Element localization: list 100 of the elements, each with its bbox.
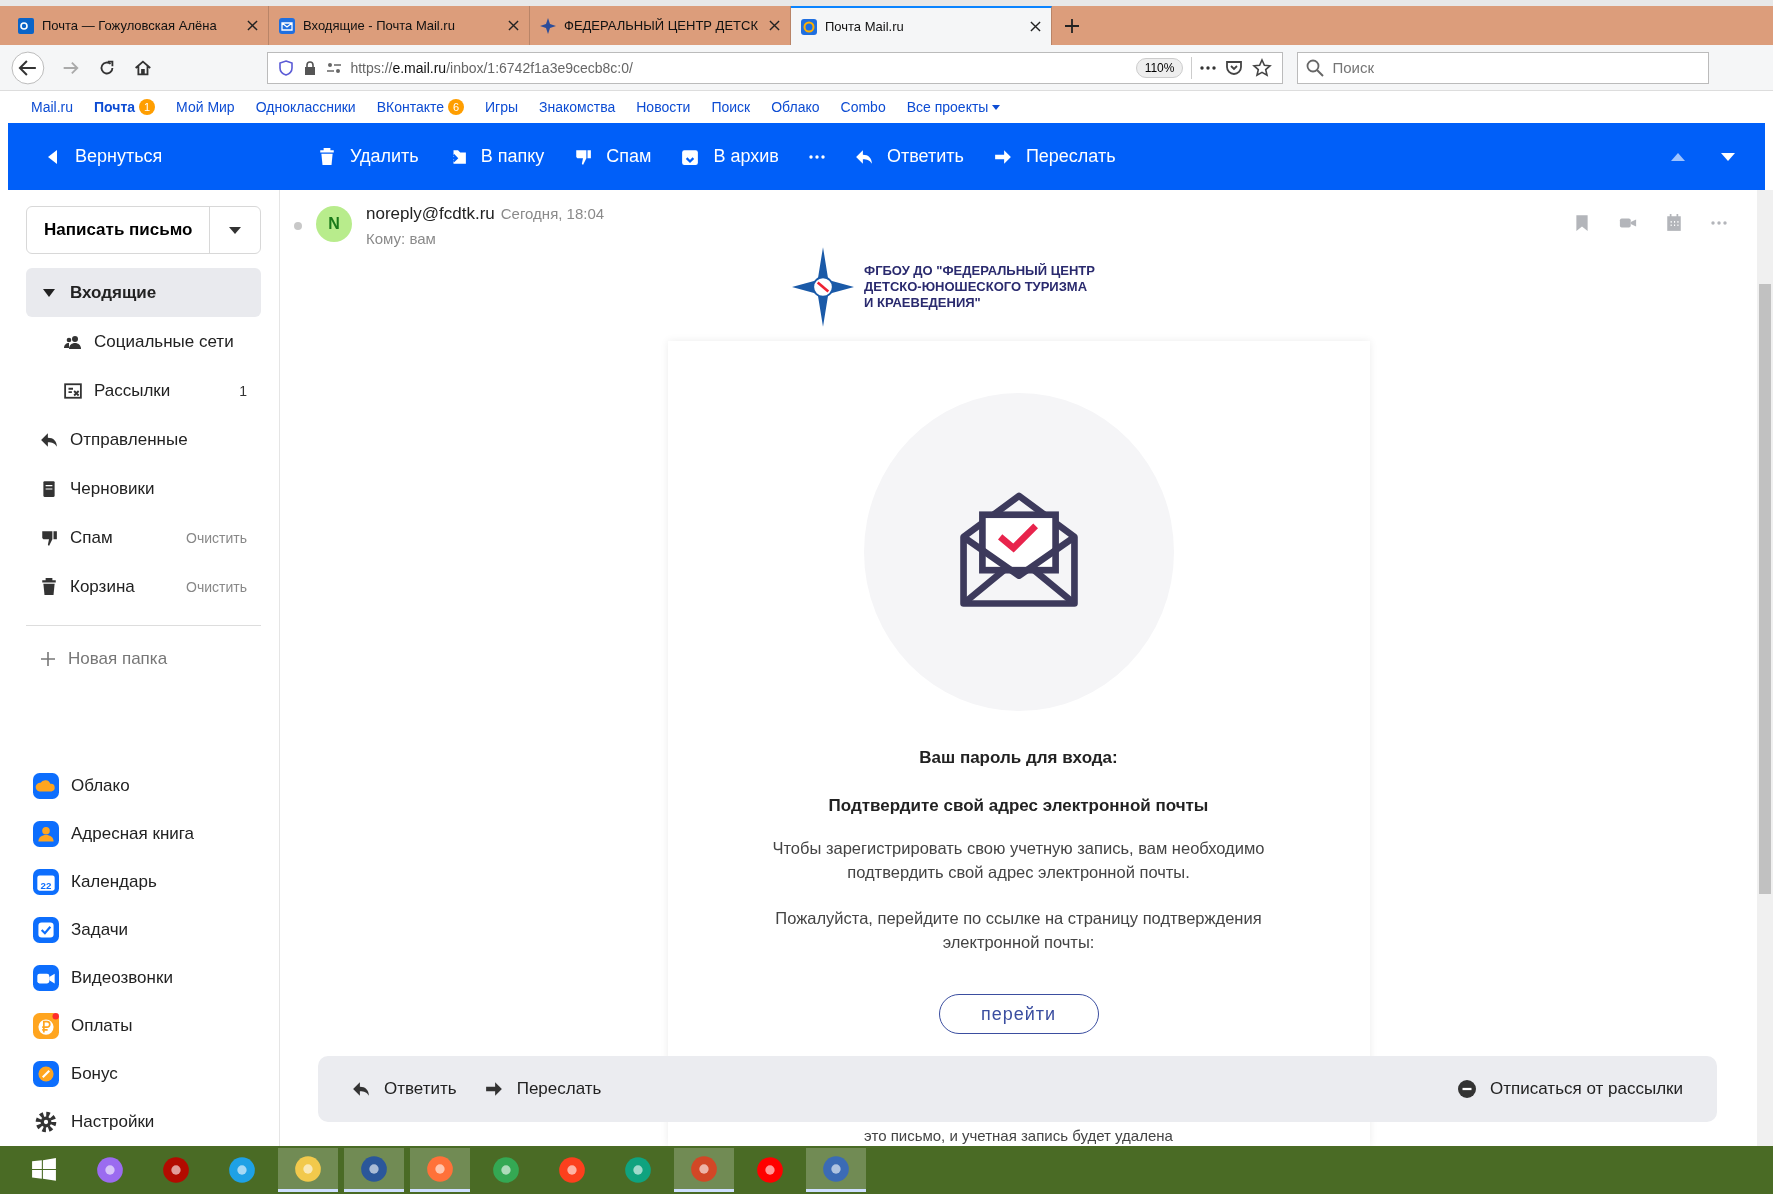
shield-icon	[278, 59, 295, 76]
previous-icon[interactable]	[1671, 152, 1685, 161]
portal-link[interactable]: Облако	[771, 99, 820, 115]
close-icon[interactable]	[769, 20, 780, 31]
reply-button[interactable]: Ответить	[352, 1073, 457, 1105]
taskbar-button[interactable]	[674, 1148, 734, 1192]
password-heading: Ваш пароль для входа:	[919, 748, 1118, 768]
app-link[interactable]: Оплаты	[26, 1002, 261, 1050]
portal-link[interactable]: Mail.ru	[31, 99, 73, 115]
toolbar-button[interactable]: Ответить	[854, 140, 964, 173]
folder-item[interactable]: Спам Очистить	[26, 513, 261, 562]
cloud-app-icon	[33, 773, 59, 799]
more-icon	[808, 154, 825, 159]
portal-link[interactable]: Combo	[840, 99, 886, 115]
new-tab-icon[interactable]	[1064, 17, 1080, 34]
bookmark-icon[interactable]	[1573, 214, 1591, 232]
sender-address[interactable]: noreply@fcdtk.ru	[366, 204, 495, 224]
taskbar-button[interactable]	[806, 1148, 866, 1192]
toolbar-button[interactable]: Удалить	[318, 140, 419, 173]
app-link[interactable]: Адресная книга	[26, 810, 261, 858]
portal-link[interactable]: Все проекты	[906, 99, 1001, 115]
app-link[interactable]: Видеозвонки	[26, 954, 261, 1002]
back-icon[interactable]	[10, 49, 46, 86]
taskbar-button[interactable]	[410, 1148, 470, 1192]
close-icon[interactable]	[247, 20, 258, 31]
confirm-heading: Подтвердите свой адрес электронной почты	[828, 796, 1209, 816]
trash-icon	[40, 577, 58, 596]
app-icon	[96, 1156, 124, 1184]
folder-item[interactable]: Отправленные	[26, 415, 261, 464]
forward-button[interactable]: Переслать	[484, 1073, 602, 1105]
zoom-level[interactable]: 110%	[1135, 57, 1184, 78]
portal-link[interactable]: Одноклассники	[255, 99, 356, 115]
next-icon[interactable]	[1721, 152, 1735, 161]
app-link[interactable]: Облако	[26, 762, 261, 810]
app-link[interactable]: Настройки	[26, 1098, 261, 1146]
portal-link[interactable]: Игры	[485, 99, 519, 115]
pay-app-icon	[33, 1013, 59, 1039]
clear-link[interactable]: Очистить	[186, 578, 247, 595]
tab-title: ФЕДЕРАЛЬНЫЙ ЦЕНТР ДЕТСК	[564, 18, 759, 33]
body-paragraph: Пожалуйста, перейдите по ссылке на страницу подтверждения электронной почты:	[774, 908, 1263, 953]
toolbar-button[interactable]: В архив	[681, 140, 779, 173]
bonus-app-icon	[33, 1061, 59, 1087]
outlook-icon	[18, 17, 34, 34]
more-icon[interactable]	[1200, 65, 1217, 70]
archive-icon	[681, 147, 700, 166]
toolbar-button[interactable]: Спам	[574, 140, 652, 173]
scrollbar[interactable]	[1757, 190, 1773, 1146]
app-icon	[162, 1156, 190, 1184]
taskbar-button[interactable]	[278, 1148, 338, 1192]
toolbar-button[interactable]: Переслать	[993, 140, 1116, 173]
message-date: Сегодня, 18:04	[500, 205, 605, 222]
folder-item[interactable]: Входящие	[26, 268, 261, 317]
clear-link[interactable]: Очистить	[186, 529, 247, 546]
body-paragraph: Чтобы зарегистрировать свою учетную запись, вам необходимо подтвердить свой адрес электронной почты.	[771, 838, 1266, 883]
back-button[interactable]: Вернуться	[48, 140, 318, 173]
taskbar-button[interactable]	[344, 1148, 404, 1192]
folder-item[interactable]: Черновики	[26, 464, 261, 513]
search-field[interactable]: Поиск	[1297, 51, 1709, 84]
folder-item[interactable]: Рассылки 1	[26, 366, 261, 415]
unread-count: 1	[239, 382, 247, 399]
app-icon	[360, 1154, 388, 1183]
windows-logo-icon	[31, 1157, 57, 1183]
portal-link[interactable]: Поиск	[711, 99, 751, 115]
plus-icon	[40, 650, 56, 667]
app-icon	[624, 1156, 652, 1184]
reply-icon	[352, 1080, 370, 1098]
portal-link[interactable]: Новости	[636, 99, 691, 115]
search-icon	[1305, 57, 1326, 78]
minus-circle-icon	[1458, 1080, 1477, 1098]
tab-title: Почта Mail.ru	[825, 19, 905, 34]
app-icon	[690, 1154, 718, 1183]
thumbs-down-icon	[574, 147, 593, 166]
thumbs-down-icon	[40, 528, 58, 547]
toolbar-button[interactable]: В папку	[448, 140, 545, 173]
close-icon[interactable]	[1030, 21, 1041, 32]
video-app-icon	[33, 965, 59, 991]
contacts-app-icon	[33, 821, 59, 847]
app-icon	[294, 1154, 322, 1183]
star-icon[interactable]	[1252, 57, 1273, 78]
unsubscribe-button[interactable]: Отписаться от рассылки	[1458, 1073, 1683, 1105]
app-link[interactable]: Бонус	[26, 1050, 261, 1098]
app-link[interactable]: 22 Календарь	[26, 858, 261, 906]
portal-link[interactable]: ВКонтакте 6	[376, 99, 465, 115]
app-link[interactable]: Задачи	[26, 906, 261, 954]
calendar-icon[interactable]	[1665, 214, 1683, 232]
new-folder-button[interactable]: Новая папка	[26, 634, 261, 683]
folder-item[interactable]: Корзина Очистить	[26, 562, 261, 611]
close-icon[interactable]	[508, 20, 519, 31]
portal-link[interactable]: Почта 1	[94, 99, 156, 115]
tasks-app-icon	[33, 917, 59, 943]
app-icon	[228, 1156, 256, 1184]
compose-button[interactable]: Написать письмо	[26, 206, 261, 254]
organization-name: ФГБОУ ДО "ФЕДЕРАЛЬНЫЙ ЦЕНТР ДЕТСКО-ЮНОШЕСКОГО ТУРИЗМА И КРАЕВЕДЕНИЯ"	[864, 263, 1095, 311]
portal-link[interactable]: Мой Мир	[176, 99, 235, 115]
folder-item[interactable]: Социальные сети	[26, 317, 261, 366]
portal-link[interactable]: Знакомства	[539, 99, 616, 115]
go-button[interactable]: перейти	[938, 994, 1099, 1034]
browser-tab[interactable]: Почта Mail.ru	[791, 6, 1052, 45]
address-bar[interactable]: https://e.mail.ru/inbox/1:6742f1a3e9cecb8c:0/ 110%	[267, 51, 1284, 84]
read-status-dot[interactable]	[294, 222, 302, 230]
